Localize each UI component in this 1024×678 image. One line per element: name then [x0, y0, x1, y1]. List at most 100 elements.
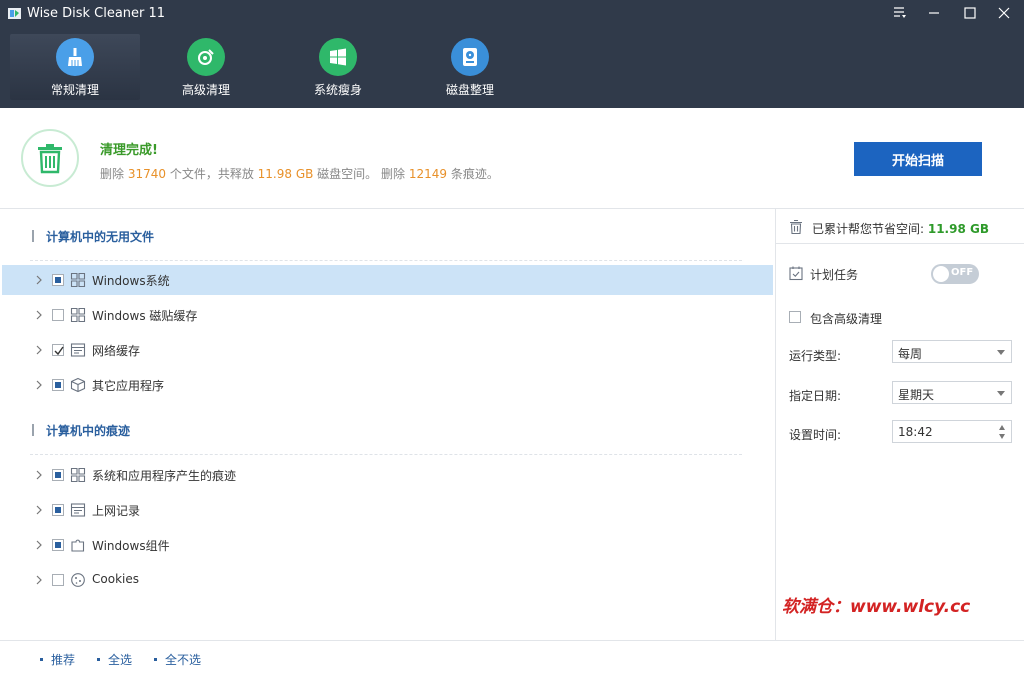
list-item-cookies[interactable]: Cookies	[2, 565, 773, 595]
item-label: Cookies	[92, 572, 139, 586]
date-select[interactable]: 星期天	[892, 381, 1012, 404]
schedule-label: 计划任务	[810, 268, 859, 282]
date-value: 星期天	[898, 388, 935, 402]
run-type-label: 运行类型:	[789, 349, 842, 363]
browser-window-icon	[70, 343, 86, 357]
item-checkbox[interactable]	[52, 344, 64, 356]
item-checkbox[interactable]	[52, 504, 64, 516]
list-item-windows-system[interactable]: Windows系统	[2, 265, 773, 295]
broom-icon	[56, 38, 94, 76]
run-type-value: 每周	[898, 347, 923, 361]
browser-window-icon	[70, 503, 86, 517]
chevron-right-icon[interactable]	[33, 504, 45, 516]
tab-system-slim[interactable]: 系统瘦身	[273, 34, 403, 100]
tab-disk-defrag[interactable]: 磁盘整理	[405, 34, 535, 100]
chevron-down-icon	[997, 391, 1005, 396]
tab-label: 系统瘦身	[313, 83, 362, 97]
saved-space-value: 11.98 GB	[927, 222, 989, 236]
clean-status-panel: 清理完成! 删除 31740 个文件，共释放 11.98 GB 磁盘空间。 删除…	[0, 108, 1024, 209]
chevron-down-icon	[997, 350, 1005, 355]
chevron-right-icon[interactable]	[33, 539, 45, 551]
close-icon	[998, 7, 1010, 19]
magnifier-disc-icon	[187, 38, 225, 76]
list-item-system-traces[interactable]: 系统和应用程序产生的痕迹	[2, 460, 773, 490]
clean-items-panel: 计算机中的无用文件 Windows系统 Windows 磁贴缓存 网络缓存 其它…	[0, 209, 775, 640]
start-scan-button[interactable]: 开始扫描	[854, 142, 982, 176]
status-summary: 删除 31740 个文件，共释放 11.98 GB 磁盘空间。 删除 12149…	[100, 167, 499, 181]
item-checkbox[interactable]	[52, 379, 64, 391]
chevron-right-icon[interactable]	[33, 379, 45, 391]
item-label: Windows组件	[92, 539, 170, 553]
cookie-icon	[71, 573, 85, 587]
select-none-link[interactable]: 全不选	[154, 651, 201, 667]
tab-label: 磁盘整理	[445, 83, 494, 97]
footer-bar: 推荐 全选 全不选	[0, 640, 1024, 678]
hard-drive-icon	[451, 38, 489, 76]
time-label: 设置时间:	[789, 428, 842, 442]
minimize-button[interactable]	[916, 0, 952, 26]
tab-advanced-clean[interactable]: 高级清理	[141, 34, 271, 100]
spin-down-icon[interactable]	[999, 434, 1005, 439]
list-item-browsing-history[interactable]: 上网记录	[2, 495, 773, 525]
maximize-button[interactable]	[952, 0, 988, 26]
section-traces: 计算机中的痕迹	[32, 420, 130, 440]
windows-tiles-icon	[70, 307, 86, 323]
saved-space-label: 已累计帮您节省空间: 11.98 GB	[812, 222, 989, 236]
chevron-right-icon[interactable]	[33, 574, 45, 586]
freed-space: 11.98 GB	[257, 167, 314, 181]
schedule-panel: 已累计帮您节省空间: 11.98 GB 计划任务 OFF 包含高级清理 运行类型…	[775, 209, 1024, 640]
menu-icon	[894, 7, 906, 18]
date-label: 指定日期:	[789, 389, 842, 403]
list-item-other-apps[interactable]: 其它应用程序	[2, 370, 773, 400]
item-label: 网络缓存	[92, 344, 141, 358]
puzzle-icon	[71, 539, 85, 552]
deleted-file-count: 31740	[127, 167, 167, 181]
time-spinner[interactable]: 18:42	[892, 420, 1012, 443]
trash-badge	[21, 129, 79, 187]
item-checkbox[interactable]	[52, 574, 64, 586]
watermark: 软满仓：www.wlcy.cc	[782, 597, 971, 617]
header: Wise Disk Cleaner 11 常规清理 高级清理 系统瘦身 磁盘整理	[0, 0, 1024, 108]
windows-tiles-icon	[70, 467, 86, 483]
item-checkbox[interactable]	[52, 469, 64, 481]
schedule-toggle[interactable]: OFF	[931, 264, 979, 284]
trash-icon	[38, 144, 62, 174]
tab-regular-clean[interactable]: 常规清理	[10, 34, 140, 100]
section-title: 计算机中的无用文件	[46, 229, 155, 244]
item-checkbox[interactable]	[52, 274, 64, 286]
section-title: 计算机中的痕迹	[46, 423, 131, 438]
list-item-network-cache[interactable]: 网络缓存	[2, 335, 773, 365]
chevron-right-icon[interactable]	[33, 469, 45, 481]
deleted-trace-count: 12149	[408, 167, 447, 181]
title-bar: Wise Disk Cleaner 11	[0, 0, 1024, 28]
tab-label: 高级清理	[181, 83, 230, 97]
item-checkbox[interactable]	[52, 539, 64, 551]
close-button[interactable]	[986, 0, 1022, 26]
minimize-icon	[929, 12, 939, 14]
tab-label: 常规清理	[50, 83, 99, 97]
app-title: Wise Disk Cleaner 11	[27, 6, 166, 21]
item-label: Windows 磁贴缓存	[92, 309, 198, 323]
status-title: 清理完成!	[100, 143, 158, 158]
toggle-state: OFF	[951, 267, 974, 278]
trash-icon	[790, 219, 802, 235]
item-checkbox[interactable]	[52, 309, 64, 321]
chevron-right-icon[interactable]	[33, 274, 45, 286]
menu-button[interactable]	[882, 0, 918, 26]
list-item-tile-cache[interactable]: Windows 磁贴缓存	[2, 300, 773, 330]
list-item-windows-components[interactable]: Windows组件	[2, 530, 773, 560]
calendar-check-icon	[789, 266, 803, 281]
include-advanced-checkbox[interactable]	[789, 311, 801, 323]
saved-space-row: 已累计帮您节省空间: 11.98 GB	[776, 209, 1024, 244]
windows-tiles-icon	[70, 272, 86, 288]
select-all-link[interactable]: 全选	[97, 651, 132, 667]
chevron-right-icon[interactable]	[33, 344, 45, 356]
run-type-select[interactable]: 每周	[892, 340, 1012, 363]
package-box-icon	[70, 377, 86, 393]
chevron-right-icon[interactable]	[33, 309, 45, 321]
recommend-link[interactable]: 推荐	[40, 651, 75, 667]
spin-up-icon[interactable]	[999, 425, 1005, 430]
app-logo-icon	[8, 8, 21, 19]
maximize-icon	[964, 7, 976, 19]
item-label: Windows系统	[92, 274, 170, 288]
